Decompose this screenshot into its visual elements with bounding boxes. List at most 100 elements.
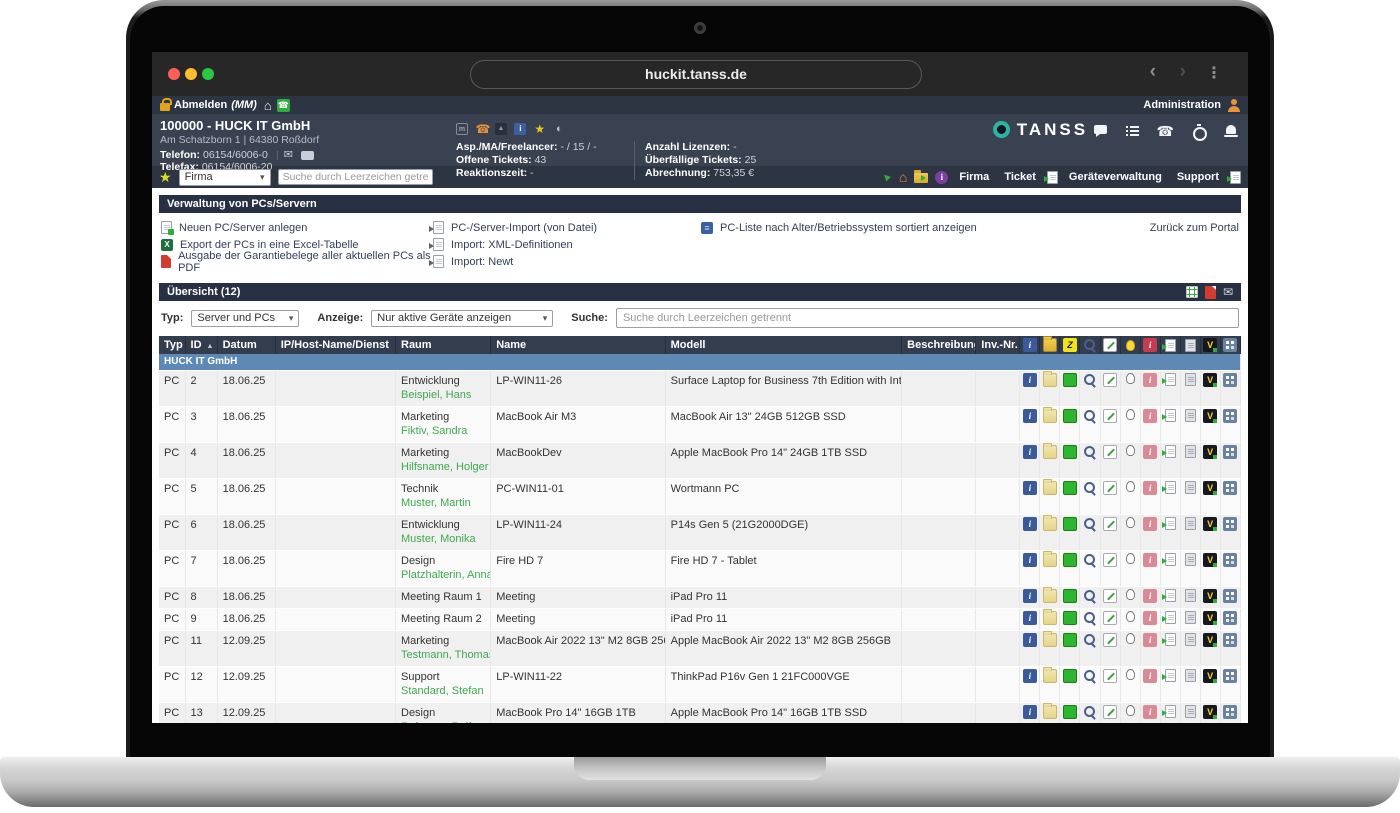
device-info-icon[interactable]: i — [1023, 705, 1037, 719]
device-status-icon[interactable] — [1063, 409, 1077, 423]
col-ip[interactable]: IP/Host-Name/Dienst — [275, 336, 395, 354]
device-edit-icon[interactable] — [1103, 517, 1117, 531]
device-document-icon[interactable] — [1185, 669, 1196, 682]
maximize-window-button[interactable] — [202, 68, 214, 80]
person-link[interactable]: Referenz, Ralf — [401, 720, 485, 724]
link-import-newt[interactable]: Import: Newt — [433, 254, 701, 269]
device-status-icon[interactable] — [1063, 481, 1077, 495]
device-alert-icon[interactable]: i — [1143, 611, 1157, 625]
device-inspect-icon[interactable] — [1083, 589, 1097, 603]
device-folder-icon[interactable] — [1043, 445, 1057, 459]
device-folder-icon[interactable] — [1043, 669, 1057, 683]
device-remote-icon[interactable] — [1223, 481, 1237, 495]
device-document-icon[interactable] — [1185, 611, 1196, 624]
device-vnc-icon[interactable]: V — [1203, 669, 1217, 683]
table-row[interactable]: PC 8 18.06.25 Meeting Raum 1 Meeting iPa… — [159, 586, 1241, 608]
device-ticket-icon[interactable] — [1165, 669, 1176, 682]
device-folder-icon[interactable] — [1043, 373, 1057, 387]
device-ticket-icon[interactable] — [1165, 517, 1176, 530]
col-name[interactable]: Name — [491, 336, 665, 354]
device-ticket-icon[interactable] — [1165, 553, 1176, 566]
forward-button[interactable]: › — [1180, 61, 1186, 83]
device-vnc-icon[interactable]: V — [1203, 633, 1217, 647]
col-beschreibung[interactable]: Beschreibung — [902, 336, 976, 354]
phone-icon[interactable]: ☎ — [1157, 124, 1174, 138]
minimize-window-button[interactable] — [185, 68, 197, 80]
device-alert-icon[interactable]: i — [1143, 589, 1157, 603]
chat-icon[interactable] — [1093, 124, 1108, 138]
device-inspect-icon[interactable] — [1083, 517, 1097, 531]
device-bulb-icon[interactable] — [1126, 705, 1135, 716]
device-remote-icon[interactable] — [1223, 633, 1237, 647]
table-row[interactable]: PC 7 18.06.25 Design Platzhalterin, Anna… — [159, 550, 1241, 586]
device-folder-icon[interactable] — [1043, 633, 1057, 647]
mail-icon[interactable]: ✉ — [1223, 285, 1233, 299]
device-bulb-icon[interactable] — [1126, 589, 1135, 600]
device-status-icon[interactable] — [1063, 633, 1077, 647]
timer-icon[interactable] — [1191, 124, 1206, 138]
device-document-icon[interactable] — [1185, 409, 1196, 422]
device-status-icon[interactable] — [1063, 589, 1077, 603]
device-inspect-icon[interactable] — [1083, 633, 1097, 647]
device-vnc-icon[interactable]: V — [1203, 409, 1217, 423]
person-link[interactable]: Beispiel, Hans — [401, 388, 485, 402]
device-status-icon[interactable] — [1063, 553, 1077, 567]
col-datum[interactable]: Datum — [217, 336, 275, 354]
device-ticket-icon[interactable] — [1165, 445, 1176, 458]
device-edit-icon[interactable] — [1103, 481, 1117, 495]
list-icon[interactable] — [1125, 124, 1140, 138]
device-edit-icon[interactable] — [1103, 373, 1117, 387]
favorite-star-icon[interactable]: ★ — [534, 123, 546, 135]
device-info-icon[interactable]: i — [1023, 517, 1037, 531]
device-bulb-icon[interactable] — [1126, 633, 1135, 644]
person-link[interactable]: Standard, Stefan — [401, 684, 485, 698]
home-icon[interactable]: ⌂ — [899, 169, 907, 185]
device-ticket-icon[interactable] — [1165, 633, 1176, 646]
device-ticket-icon[interactable] — [1165, 705, 1176, 718]
phone-icon[interactable]: ☎ — [475, 123, 487, 135]
device-bulb-icon[interactable] — [1126, 373, 1135, 384]
device-folder-icon[interactable] — [1043, 517, 1057, 531]
device-edit-icon[interactable] — [1103, 409, 1117, 423]
device-folder-icon[interactable] — [1043, 553, 1057, 567]
device-alert-icon[interactable]: i — [1143, 669, 1157, 683]
device-vnc-icon[interactable]: V — [1203, 517, 1217, 531]
person-link[interactable]: Testmann, Thomas — [401, 648, 485, 662]
device-bulb-icon[interactable] — [1126, 445, 1135, 456]
close-window-button[interactable] — [168, 68, 180, 80]
folder-open-icon[interactable] — [914, 173, 928, 183]
device-folder-icon[interactable] — [1043, 589, 1057, 603]
table-row[interactable]: PC 6 18.06.25 Entwicklung Muster, Monika… — [159, 514, 1241, 550]
device-edit-icon[interactable] — [1103, 669, 1117, 683]
phone-chat-icon[interactable]: ☎ — [277, 99, 290, 112]
device-info-icon[interactable]: i — [1023, 373, 1037, 387]
device-alert-icon[interactable]: i — [1143, 517, 1157, 531]
device-remote-icon[interactable] — [1223, 445, 1237, 459]
device-edit-icon[interactable] — [1103, 553, 1117, 567]
device-ticket-icon[interactable] — [1165, 409, 1176, 422]
typ-select[interactable]: Server und PCs▾ — [191, 310, 299, 327]
device-document-icon[interactable] — [1185, 589, 1196, 602]
table-row[interactable]: PC 3 18.06.25 Marketing Fiktiv, Sandra M… — [159, 406, 1241, 442]
quick-search-input[interactable] — [278, 169, 433, 185]
table-row[interactable]: PC 9 18.06.25 Meeting Raum 2 Meeting iPa… — [159, 608, 1241, 630]
device-remote-icon[interactable] — [1223, 373, 1237, 387]
table-search-input[interactable] — [616, 308, 1239, 328]
device-ticket-icon[interactable] — [1165, 481, 1176, 494]
table-row[interactable]: PC 2 18.06.25 Entwicklung Beispiel, Hans… — [159, 370, 1241, 406]
bell-icon[interactable] — [1223, 124, 1238, 138]
person-link[interactable]: Platzhalterin, Anna — [401, 568, 485, 582]
mail-icon[interactable]: ✉ — [284, 149, 293, 161]
device-document-icon[interactable] — [1185, 445, 1196, 458]
table-row[interactable]: PC 12 12.09.25 Support Standard, Stefan … — [159, 666, 1241, 702]
device-inspect-icon[interactable] — [1083, 409, 1097, 423]
link-import-xml[interactable]: Import: XML-Definitionen — [433, 237, 701, 252]
device-bulb-icon[interactable] — [1126, 553, 1135, 564]
device-folder-icon[interactable] — [1043, 611, 1057, 625]
info-icon[interactable]: i — [935, 171, 948, 184]
device-inspect-icon[interactable] — [1083, 705, 1097, 719]
ticket-note-icon[interactable] — [1047, 171, 1058, 184]
menu-firma[interactable]: Firma — [955, 171, 993, 183]
device-document-icon[interactable] — [1185, 373, 1196, 386]
image-icon[interactable]: ▲ — [495, 123, 507, 135]
